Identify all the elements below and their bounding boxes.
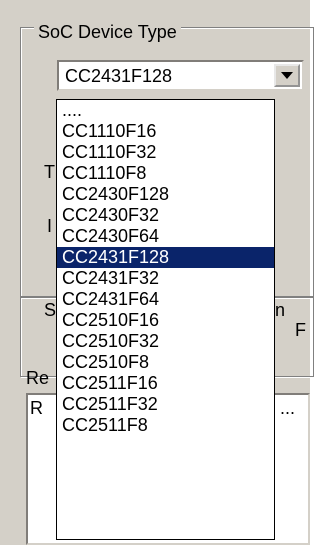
soc-device-combo[interactable]: CC2431F128 <box>57 60 304 91</box>
list-item[interactable]: CC2431F32 <box>57 268 274 289</box>
list-item[interactable]: CC2430F128 <box>57 184 274 205</box>
list-item[interactable]: CC2511F8 <box>57 415 274 436</box>
group-title: SoC Device Type <box>34 22 181 42</box>
partial-label-i: I <box>47 216 53 236</box>
list-item[interactable]: CC2511F32 <box>57 394 274 415</box>
list-item[interactable]: CC2511F16 <box>57 373 274 394</box>
partial-label-f: F <box>295 320 306 340</box>
partial-label-re: Re <box>26 368 50 388</box>
partial-text-ellipsis: ... <box>280 398 296 418</box>
list-item[interactable]: CC2430F64 <box>57 226 274 247</box>
device-dropdown-list[interactable]: .... CC1110F16 CC1110F32 CC1110F8 CC2430… <box>56 99 275 540</box>
list-item[interactable]: CC2510F32 <box>57 331 274 352</box>
partial-label-s: S <box>44 300 57 320</box>
list-item[interactable]: .... <box>57 100 274 121</box>
chevron-down-icon <box>281 72 293 79</box>
list-item[interactable]: CC2510F8 <box>57 352 274 373</box>
list-item[interactable]: CC1110F8 <box>57 163 274 184</box>
list-item[interactable]: CC2430F32 <box>57 205 274 226</box>
list-item[interactable]: CC2510F16 <box>57 310 274 331</box>
partial-text-r: R <box>30 398 43 418</box>
list-item[interactable]: CC1110F16 <box>57 121 274 142</box>
combo-selected-value: CC2431F128 <box>65 66 173 86</box>
list-item[interactable]: CC2431F128 <box>57 247 274 268</box>
list-item[interactable]: CC2431F64 <box>57 289 274 310</box>
partial-label-n: n <box>275 300 286 320</box>
dropdown-button[interactable] <box>274 64 300 87</box>
list-item[interactable]: CC1110F32 <box>57 142 274 163</box>
partial-label-t: T <box>44 162 55 182</box>
